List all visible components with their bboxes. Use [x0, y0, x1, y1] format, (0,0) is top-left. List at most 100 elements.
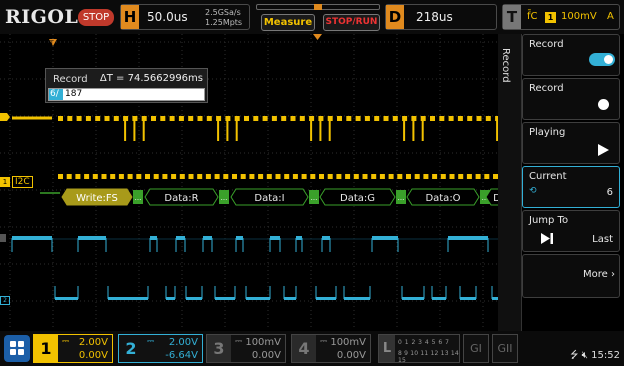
i2c-clock-dot	[179, 174, 185, 179]
ch1-pulse	[485, 116, 491, 121]
brand-logo: RIGOL	[5, 6, 79, 28]
channel-3-settings[interactable]: 3 ⎓ 100mV 0.00V	[206, 334, 286, 363]
ch1-pulse	[392, 116, 398, 121]
ch1-edge	[133, 121, 136, 141]
ch2-waveform-lower	[54, 286, 519, 300]
record-frame-input[interactable]: 6/ 187	[48, 88, 205, 101]
ch1-pulse	[309, 116, 315, 121]
ch2-upper-high	[270, 236, 280, 240]
i2c-frame-label: Data:I	[254, 193, 284, 204]
channel-1-settings[interactable]: 1 ⎓ 2.00V 0.00V	[33, 334, 113, 363]
ch1-pulse	[104, 116, 110, 121]
record-menu-tab[interactable]: Record	[498, 34, 522, 336]
bottom-bar: 1 ⎓ 2.00V 0.00V 2 ⎓ 2.00V -6.64V 3 ⎓ 100…	[0, 331, 624, 366]
channel-2-settings[interactable]: 2 ⎓ 2.00V -6.64V	[118, 334, 203, 363]
ch2-offset-marker[interactable]: 2	[0, 296, 10, 305]
i2c-clock-dot	[301, 174, 307, 179]
i2c-clock-dot	[258, 174, 264, 179]
ch1-edge	[235, 121, 238, 141]
i2c-clock-dot	[214, 174, 220, 179]
ch1-pulse	[206, 116, 212, 121]
trigger-settings[interactable]: T f̄C 1 100mV A	[502, 4, 620, 30]
current-frame-value: 6	[606, 187, 613, 198]
ch1-pulse	[132, 116, 138, 121]
ch1-pulse	[262, 116, 268, 121]
channel-3-offset: 0.00V	[251, 350, 281, 361]
i2c-clock-dot	[266, 174, 272, 179]
measure-button[interactable]: Measure	[261, 14, 315, 31]
i2c-decode-bus: Write:FS... Data:R... Data:I... Data:G... Da…	[40, 174, 520, 206]
skip-to-end-icon	[541, 233, 553, 244]
stop-run-button[interactable]: STOP/RUN	[323, 14, 380, 31]
i2c-clock-dot	[440, 174, 446, 179]
trigger-level: 100mV	[561, 11, 597, 22]
ch1-pulse	[58, 116, 63, 121]
i2c-clock-dot	[362, 174, 368, 179]
i2c-clock-dot	[232, 174, 237, 179]
logic-channels-high: 8 9 10 11 12 13 14 15	[398, 350, 459, 364]
i2c-clock-dot	[449, 174, 455, 179]
current-frame-item[interactable]: Current ⟲ 6	[522, 166, 620, 208]
jump-to-item[interactable]: Jump To Last	[522, 210, 620, 252]
i2c-frame-label: Write:FS	[76, 193, 118, 204]
ch1-edge	[412, 121, 415, 141]
ch2-upper-high	[296, 236, 302, 240]
ch1-pulse	[281, 116, 287, 121]
ch1-pulse	[318, 116, 324, 121]
i2c-clock-dot	[145, 174, 150, 179]
top-bar: RIGOL STOP H 50.0us 2.5GSa/s 1.25Mpts Me…	[0, 0, 624, 34]
record-enable-item[interactable]: Record	[522, 34, 620, 76]
record-frame-value: 187	[65, 89, 83, 99]
trigger-edge-icon: f̄C	[527, 11, 538, 22]
i2c-ack-label: ...	[135, 194, 142, 202]
memory-depth: 1.25Mpts	[205, 18, 243, 27]
i2c-clock-dot	[466, 174, 472, 179]
record-enable-toggle[interactable]	[589, 53, 615, 66]
channel-2-number: 2	[119, 335, 143, 362]
ch3-offset-marker[interactable]	[0, 234, 6, 242]
center-trigger-marker	[313, 34, 322, 40]
horizontal-tag: H	[121, 5, 139, 29]
i2c-clock-dot	[292, 174, 298, 179]
i2c-bus-marker[interactable]: 1 I2C	[0, 176, 33, 188]
ch1-pulse	[95, 116, 101, 121]
ch1-pulse	[337, 116, 342, 121]
ch2-lower-low	[344, 297, 370, 300]
generator-1-button[interactable]: GI	[463, 334, 489, 363]
delay-settings[interactable]: D 218us	[385, 4, 497, 30]
speaker-muted-icon[interactable]: 🔇︎	[582, 350, 588, 361]
home-menu-button[interactable]	[4, 335, 30, 362]
channel-4-number: 4	[292, 335, 316, 362]
ch1-pulse	[327, 116, 333, 121]
run-state-badge[interactable]: STOP	[78, 9, 114, 26]
dc-coupling-icon: ⎓	[147, 337, 155, 347]
ch1-pulse	[76, 116, 82, 121]
logic-label: L	[379, 335, 395, 362]
playing-item[interactable]: Playing	[522, 122, 620, 164]
i2c-clock-dot	[127, 174, 133, 179]
knob-icon: ⟲	[529, 186, 537, 196]
jump-to-value: Last	[592, 234, 613, 245]
ch1-pulse	[234, 116, 240, 121]
channel-4-settings[interactable]: 4 ⎓ 100mV 0.00V	[291, 334, 371, 363]
play-icon	[598, 144, 609, 156]
ch1-edge	[403, 121, 406, 141]
channel-3-number: 3	[207, 335, 231, 362]
i2c-clock-dot	[75, 174, 81, 179]
delay-tag: D	[386, 5, 404, 29]
ch2-lower-low	[460, 297, 476, 300]
channel-1-offset: 0.00V	[78, 350, 108, 361]
horizontal-settings[interactable]: H 50.0us 2.5GSa/s 1.25Mpts	[120, 4, 250, 30]
ch2-upper-high	[150, 236, 157, 240]
more-item[interactable]: More ›	[522, 254, 620, 298]
ch1-pulse	[197, 116, 203, 121]
i2c-clock-dot	[118, 174, 124, 179]
i2c-ack-label: ...	[311, 194, 318, 202]
logic-analyzer-settings[interactable]: L 0 1 2 3 4 5 6 7 8 9 10 11 12 13 14 15	[378, 334, 460, 364]
generator-2-button[interactable]: GII	[492, 334, 518, 363]
i2c-bus-label: I2C	[12, 176, 33, 188]
record-start-item[interactable]: Record	[522, 78, 620, 120]
ch1-pulse	[467, 116, 473, 121]
record-enable-label: Record	[529, 39, 564, 50]
record-popup-title: Record	[53, 74, 88, 85]
